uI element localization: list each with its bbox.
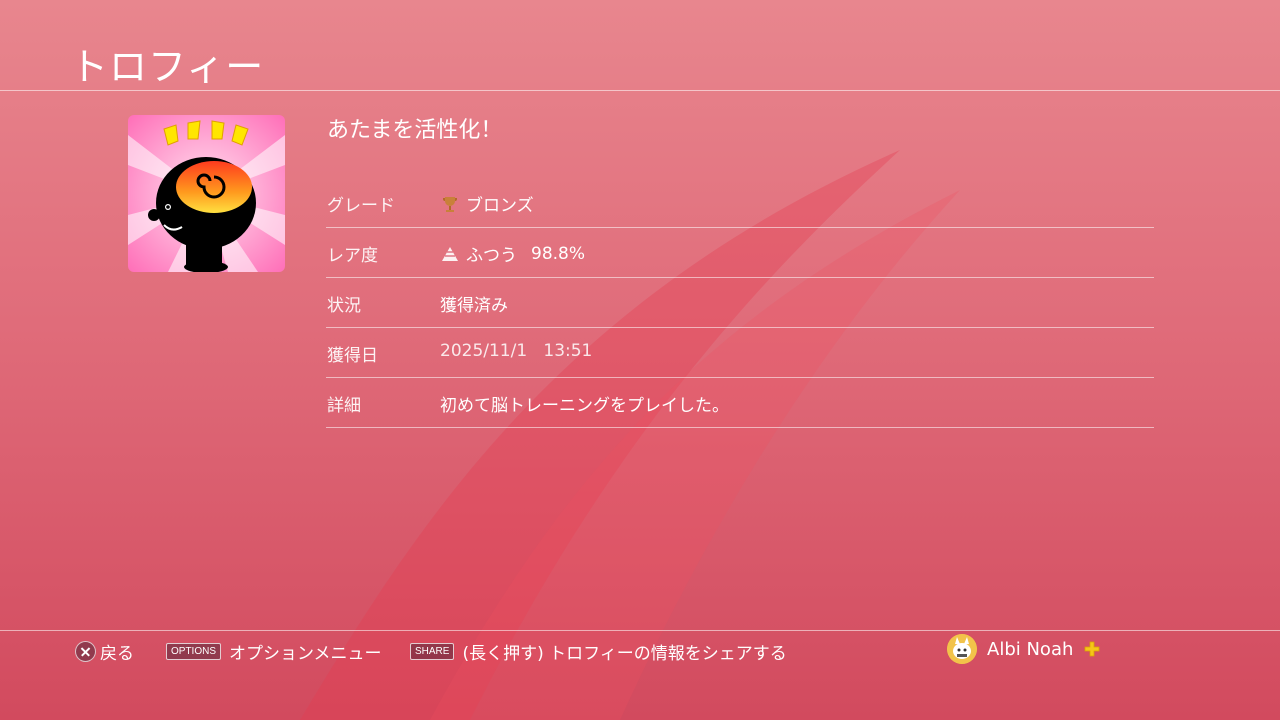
detail-row-description: 詳細 初めて脳トレーニングをプレイした。 — [326, 378, 1154, 428]
detail-row-rarity: レア度 ふつう 98.8% — [326, 228, 1154, 278]
detail-row-status: 状況 獲得済み — [326, 278, 1154, 328]
earned-date-label: 獲得日 — [327, 346, 378, 366]
header-divider — [0, 90, 1280, 91]
grade-text: ブロンズ — [466, 196, 534, 216]
cross-button-icon — [75, 641, 96, 662]
detail-row-earned-date: 獲得日 2025/11/1 13:51 — [326, 328, 1154, 378]
trophy-details: グレード ブロンズ レア度 ふつう 98.8% 状況 獲得済み 獲得日 2025… — [326, 178, 1154, 428]
detail-row-grade: グレード ブロンズ — [326, 178, 1154, 228]
back-hint[interactable]: 戻る — [75, 639, 134, 664]
grade-label: グレード — [327, 196, 395, 216]
ps-plus-icon — [1084, 641, 1100, 657]
page-title: トロフィー — [70, 45, 265, 89]
options-label: オプションメニュー — [229, 644, 382, 664]
description-value: 初めて脳トレーニングをプレイした。 — [440, 396, 729, 416]
status-label: 状況 — [327, 296, 361, 316]
back-label: 戻る — [100, 644, 134, 664]
options-hint[interactable]: OPTIONS オプションメニュー — [166, 639, 382, 664]
description-label: 詳細 — [327, 396, 361, 416]
bronze-trophy-icon — [443, 196, 457, 212]
status-value: 獲得済み — [440, 296, 508, 316]
brain-head-icon — [128, 115, 285, 272]
rarity-label: レア度 — [327, 246, 378, 266]
avatar — [947, 634, 977, 664]
rarity-value: ふつう 98.8% — [440, 241, 585, 266]
share-hint[interactable]: SHARE (長く押す) トロフィーの情報をシェアする — [410, 639, 787, 664]
user-info[interactable]: Albi Noah — [947, 634, 1101, 664]
rarity-percent: 98.8% — [531, 243, 586, 264]
trophy-name: あたまを活性化！ — [327, 118, 503, 143]
share-label: (長く押す) トロフィーの情報をシェアする — [462, 644, 787, 664]
user-name: Albi Noah — [987, 638, 1074, 660]
rarity-pyramid-icon — [442, 246, 458, 261]
options-key-icon: OPTIONS — [166, 643, 222, 660]
rarity-text: ふつう — [466, 246, 517, 266]
grade-value: ブロンズ — [440, 191, 534, 216]
footer-hints: 戻る OPTIONS オプションメニュー SHARE (長く押す) トロフィーの… — [0, 631, 1280, 720]
earned-date-value: 2025/11/1 13:51 — [440, 341, 593, 361]
share-key-icon: SHARE — [410, 643, 455, 660]
